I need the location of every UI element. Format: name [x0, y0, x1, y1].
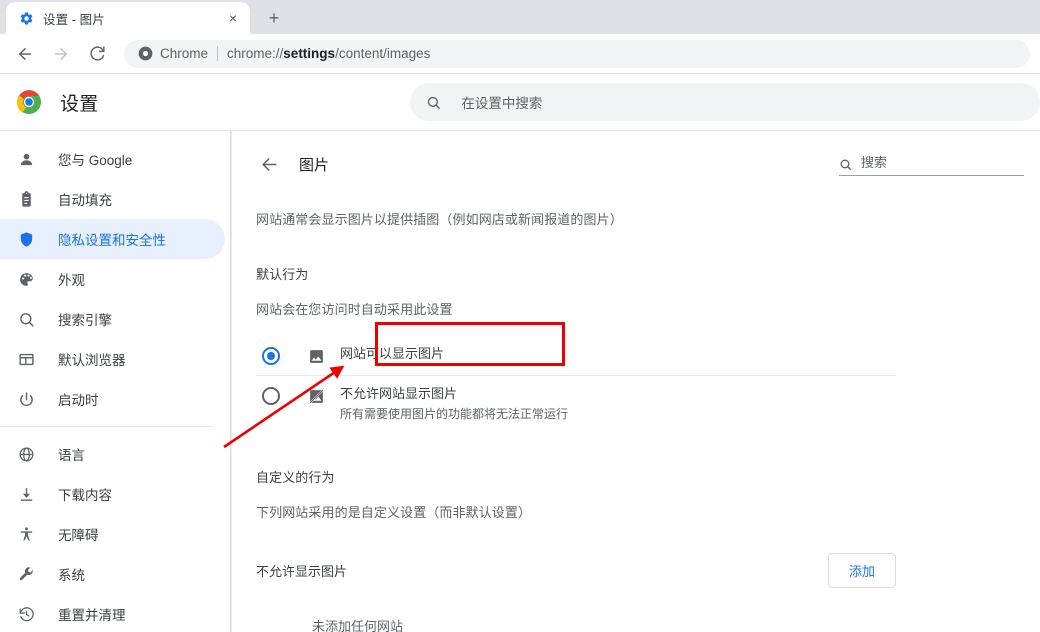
- settings-page: 设置 在设置中搜索 您与 Google 自动填充 隐私设置和安全性 外观 搜索引…: [0, 74, 1040, 632]
- content-title: 图片: [299, 156, 330, 174]
- image-blocked-icon: [306, 386, 326, 406]
- sidebar-item-label: 外观: [58, 273, 85, 288]
- settings-search-placeholder: 在设置中搜索: [461, 96, 543, 111]
- settings-sidebar: 您与 Google 自动填充 隐私设置和安全性 外观 搜索引擎 默认浏览器 启动…: [0, 130, 231, 632]
- sidebar-item-label: 搜索引擎: [58, 313, 112, 328]
- sidebar-item-reset-and-cleanup[interactable]: 重置并清理: [0, 594, 225, 632]
- power-icon: [16, 389, 36, 409]
- sidebar-item-privacy-and-security[interactable]: 隐私设置和安全性: [0, 219, 225, 259]
- sidebar-item-accessibility[interactable]: 无障碍: [0, 514, 225, 554]
- sidebar-item-you-and-google[interactable]: 您与 Google: [0, 139, 225, 179]
- globe-icon: [16, 444, 36, 464]
- page-title: 设置: [60, 93, 99, 115]
- sidebar-item-system[interactable]: 系统: [0, 554, 225, 594]
- forward-button[interactable]: [46, 39, 76, 69]
- sidebar-scrollbar[interactable]: [230, 131, 231, 632]
- radio-option-text: 不允许网站显示图片 所有需要使用图片的功能都将无法正常运行: [340, 385, 568, 422]
- sidebar-item-search-engine[interactable]: 搜索引擎: [0, 299, 225, 339]
- tab-title: 设置 - 图片: [43, 12, 105, 27]
- radio-option-label: 网站可以显示图片: [340, 346, 445, 361]
- person-icon: [16, 149, 36, 169]
- content-header: 图片 搜索: [256, 131, 1040, 191]
- content-search-placeholder: 搜索: [861, 155, 888, 170]
- omnibox-url: chrome://settings/content/images: [227, 46, 430, 61]
- restore-icon: [16, 604, 36, 624]
- omnibox-chip-label: Chrome: [160, 46, 209, 61]
- address-bar[interactable]: Chrome chrome://settings/content/images: [124, 39, 1030, 68]
- sidebar-item-languages[interactable]: 语言: [0, 434, 225, 474]
- default-behavior-subtitle: 网站会在您访问时自动采用此设置: [256, 302, 453, 317]
- image-icon: [306, 346, 326, 366]
- custom-behavior-title: 自定义的行为: [256, 470, 335, 485]
- blocked-sites-label: 不允许显示图片: [256, 564, 348, 579]
- settings-header: 设置 在设置中搜索: [0, 74, 1040, 130]
- sidebar-item-autofill[interactable]: 自动填充: [0, 179, 225, 219]
- sidebar-item-label: 语言: [58, 448, 85, 463]
- radio-option-block-images[interactable]: 不允许网站显示图片 所有需要使用图片的功能都将无法正常运行: [256, 376, 1040, 431]
- close-icon[interactable]: ×: [224, 9, 242, 27]
- sidebar-item-on-startup[interactable]: 启动时: [0, 379, 225, 419]
- sidebar-item-appearance[interactable]: 外观: [0, 259, 225, 299]
- url-suffix: /content/images: [335, 46, 431, 61]
- reload-button[interactable]: [82, 39, 112, 69]
- sidebar-item-label: 下载内容: [58, 488, 112, 503]
- custom-behavior-subtitle: 下列网站采用的是自定义设置（而非默认设置）: [256, 505, 532, 520]
- download-icon: [16, 484, 36, 504]
- sidebar-item-label: 隐私设置和安全性: [58, 233, 166, 248]
- sidebar-item-label: 您与 Google: [58, 153, 133, 168]
- images-description: 网站通常会显示图片以提供插图（例如网店或新闻报道的图片）: [256, 212, 623, 227]
- url-bold-part: settings: [283, 46, 336, 61]
- back-arrow-icon[interactable]: [256, 151, 282, 177]
- sidebar-divider: [0, 426, 213, 427]
- content-search-input[interactable]: 搜索: [839, 152, 1024, 176]
- radio-option-allow-images[interactable]: 网站可以显示图片: [256, 336, 896, 376]
- sidebar-item-label: 系统: [58, 568, 85, 583]
- blocked-sites-row: 不允许显示图片 添加: [256, 553, 896, 588]
- default-behavior-title: 默认行为: [256, 267, 309, 282]
- omnibox-separator: [217, 46, 219, 61]
- browser-window-icon: [16, 349, 36, 369]
- settings-body: 您与 Google 自动填充 隐私设置和安全性 外观 搜索引擎 默认浏览器 启动…: [0, 130, 1040, 632]
- accessibility-icon: [16, 524, 36, 544]
- add-site-button[interactable]: 添加: [827, 553, 896, 588]
- url-prefix: chrome://: [227, 46, 284, 61]
- tab-strip: 设置 - 图片 × +: [0, 0, 1040, 34]
- radio-option-sublabel: 所有需要使用图片的功能都将无法正常运行: [340, 407, 569, 421]
- chrome-logo-icon: [138, 46, 153, 61]
- shield-icon: [16, 229, 36, 249]
- browser-toolbar: Chrome chrome://settings/content/images: [0, 34, 1040, 74]
- empty-site-list-text: 未添加任何网站: [312, 619, 404, 632]
- sidebar-item-label: 启动时: [58, 393, 99, 408]
- browser-window: 设置 - 图片 × + Chrome chrome://settings/con…: [0, 0, 1040, 632]
- search-icon: [839, 158, 852, 171]
- search-icon: [16, 309, 36, 329]
- palette-icon: [16, 269, 36, 289]
- sidebar-item-label: 重置并清理: [58, 608, 126, 623]
- tab-settings[interactable]: 设置 - 图片 ×: [6, 2, 250, 34]
- sidebar-item-label: 默认浏览器: [58, 353, 126, 368]
- default-behavior-radio-group: 网站可以显示图片 不允许网站显示图片 所有需要使用图片的功能都将无法正常运行: [256, 336, 1040, 431]
- radio-button-selected[interactable]: [262, 347, 280, 365]
- clipboard-icon: [16, 189, 36, 209]
- new-tab-button[interactable]: +: [260, 4, 288, 32]
- back-button[interactable]: [10, 39, 40, 69]
- sidebar-item-label: 自动填充: [58, 193, 112, 208]
- radio-option-label: 不允许网站显示图片: [340, 386, 458, 401]
- gear-icon: [18, 10, 34, 26]
- search-icon: [426, 95, 441, 110]
- sidebar-item-label: 无障碍: [58, 528, 99, 543]
- radio-option-text: 网站可以显示图片: [340, 345, 444, 363]
- settings-main-content: 图片 搜索 网站通常会显示图片以提供插图（例如网店或新闻报道的图片） 默认行为 …: [231, 130, 1040, 632]
- chrome-logo-icon: [16, 89, 42, 115]
- settings-search-input[interactable]: 在设置中搜索: [410, 83, 1040, 121]
- radio-button-unselected[interactable]: [262, 387, 280, 405]
- sidebar-item-downloads[interactable]: 下载内容: [0, 474, 225, 514]
- sidebar-item-default-browser[interactable]: 默认浏览器: [0, 339, 225, 379]
- wrench-icon: [16, 564, 36, 584]
